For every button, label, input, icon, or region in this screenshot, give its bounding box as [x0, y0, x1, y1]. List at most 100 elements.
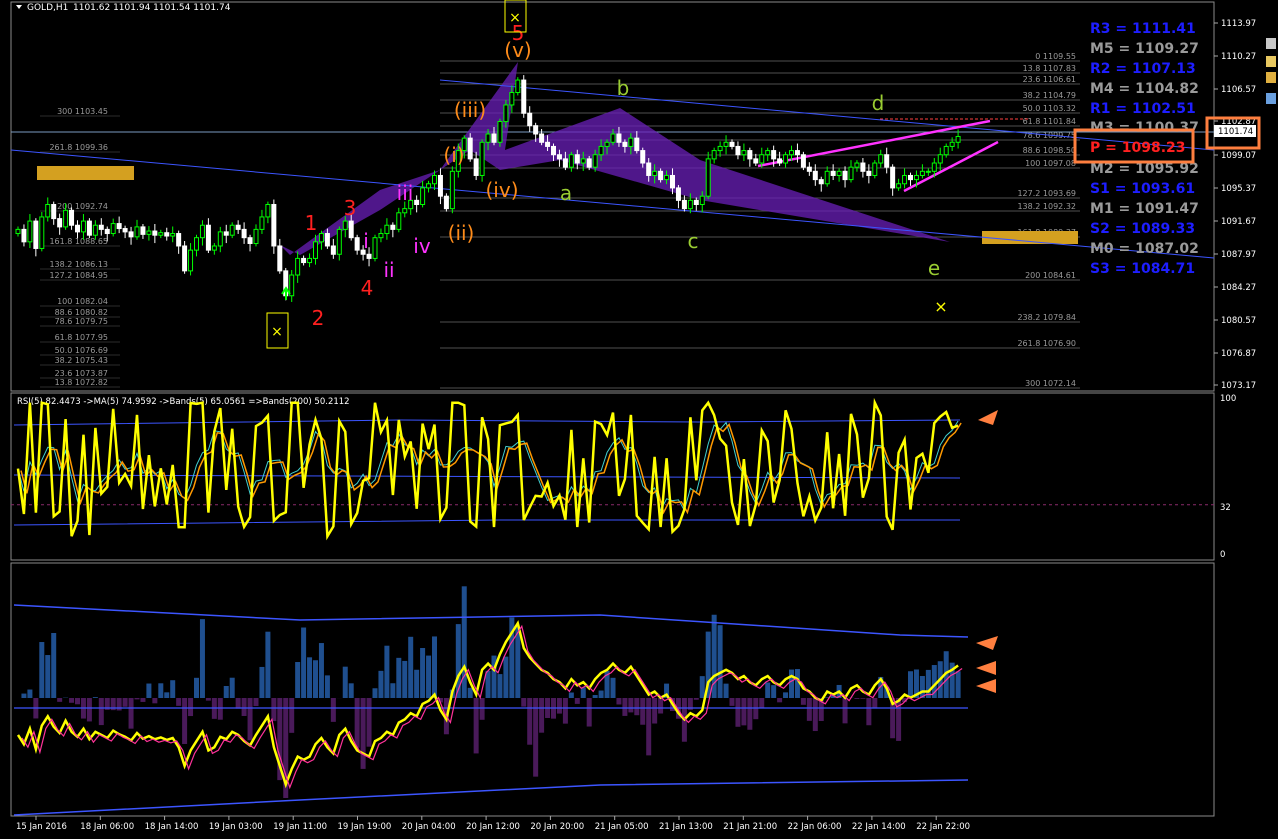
fib-right-label: 0 1109.55: [1035, 52, 1076, 61]
candle-body: [634, 137, 640, 152]
candle-body: [628, 137, 634, 147]
candle-body: [318, 233, 324, 243]
candle-body: [551, 145, 556, 156]
price-tick-label: 1099.07: [1221, 151, 1256, 161]
histogram-bar-down: [866, 698, 872, 726]
time-tick-label: 20 Jan 12:00: [466, 822, 520, 832]
candle-body: [533, 125, 539, 135]
wave-label: (iii): [454, 98, 486, 122]
candle-body: [693, 199, 699, 206]
wave-label: (ii): [448, 221, 475, 245]
time-tick-label: 19 Jan 03:00: [209, 822, 263, 832]
x-mark-icon: ×: [509, 10, 521, 26]
histogram-bar-down: [69, 698, 75, 703]
candle-body: [574, 154, 580, 164]
wave-label: 4: [361, 276, 374, 300]
price-tick-label: 1113.97: [1221, 19, 1256, 29]
candle-body: [860, 162, 866, 172]
candle-body: [426, 183, 432, 189]
histogram-bar-up: [568, 692, 574, 698]
time-tick-label: 22 Jan 06:00: [788, 822, 842, 832]
candle-body: [646, 162, 652, 176]
candle-body: [771, 150, 777, 160]
symbol-header: GOLD,H1 1101.62 1101.94 1101.54 1101.74: [16, 3, 231, 13]
candle-body: [449, 170, 455, 210]
wave-label: b: [617, 76, 630, 100]
candle-body: [568, 154, 574, 168]
toolbar-icon-3[interactable]: [1266, 72, 1276, 83]
fib-left-label: 50.0 1076.69: [55, 346, 108, 355]
pivot-label: S2 = 1089.33: [1090, 221, 1195, 237]
histogram-bar-up: [51, 632, 57, 698]
candle-body: [116, 223, 122, 230]
histogram-bar-up: [342, 666, 348, 698]
fib-right-label: 23.6 1106.61: [1023, 75, 1076, 84]
candle-body: [170, 233, 176, 237]
fib-left-label: 88.6 1080.82: [55, 308, 108, 317]
histogram-bar-up: [598, 690, 604, 698]
histogram-bar-up: [199, 619, 205, 698]
wave-label: iv: [413, 234, 431, 258]
wave-label: 3: [344, 196, 357, 220]
candle-body: [640, 150, 646, 164]
candle-body: [622, 141, 628, 147]
rsi-tick-label: 32: [1220, 503, 1231, 513]
toolbar-icon-2[interactable]: [1266, 56, 1276, 67]
pivot-label: M1 = 1091.47: [1090, 201, 1199, 217]
histogram-bar-down: [812, 698, 818, 732]
fib-left-label: 13.8 1072.82: [55, 378, 108, 387]
pivot-label: S1 = 1093.61: [1090, 181, 1195, 197]
histogram-bar-down: [556, 698, 562, 714]
wave-label: iii: [397, 181, 414, 205]
histogram-bar-up: [27, 689, 33, 698]
candle-body: [15, 228, 21, 235]
histogram-bar-down: [241, 698, 247, 716]
histogram-bar-up: [485, 670, 491, 698]
wave-label: d: [872, 91, 885, 115]
candle-body: [420, 187, 426, 205]
fib-left-label: 138.2 1086.13: [49, 260, 108, 269]
candle-body: [199, 224, 205, 239]
candle-body: [229, 224, 235, 236]
candle-body: [330, 245, 336, 255]
histogram-bar-down: [235, 698, 241, 709]
candle-body: [717, 145, 723, 152]
candle-body: [675, 187, 681, 201]
candle-body: [753, 158, 759, 164]
histogram-bar-up: [45, 655, 51, 698]
histogram-bar-down: [253, 698, 259, 707]
candle-body: [253, 228, 259, 244]
histogram-bar-down: [860, 698, 866, 699]
wave-label: ii: [383, 258, 394, 282]
histogram-bar-down: [366, 698, 372, 747]
histogram-bar-up: [432, 636, 437, 698]
candle-body: [747, 150, 753, 160]
histogram-bar-down: [152, 698, 158, 704]
histogram-bar-down: [574, 698, 580, 704]
candle-body: [259, 216, 265, 230]
histogram-bar-down: [289, 698, 295, 733]
toolbar-icon-1[interactable]: [1266, 38, 1276, 49]
candle-body: [794, 150, 800, 156]
histogram-bar-up: [372, 688, 378, 698]
wave-label: 1: [305, 211, 318, 235]
price-tick-label: 1106.57: [1221, 85, 1256, 95]
toolbar-icon-4[interactable]: [1266, 93, 1276, 104]
candle-body: [378, 233, 384, 239]
histogram-bar-up: [592, 695, 598, 698]
candle-body: [33, 220, 39, 249]
candle-body: [146, 230, 152, 235]
candle-body: [711, 150, 717, 160]
candle-body: [366, 253, 372, 259]
candle-body: [902, 174, 908, 185]
histogram-bar-up: [467, 687, 473, 698]
fib-left-label: 23.6 1073.87: [55, 369, 108, 378]
histogram-bar-down: [640, 698, 646, 725]
candle-body: [681, 199, 687, 210]
histogram-bar-down: [217, 698, 223, 720]
candle-body: [765, 150, 771, 156]
price-tick-label: 1091.67: [1221, 217, 1256, 227]
histogram-bar-down: [872, 698, 878, 709]
candle-body: [884, 154, 890, 168]
histogram-bar-up: [955, 671, 961, 698]
